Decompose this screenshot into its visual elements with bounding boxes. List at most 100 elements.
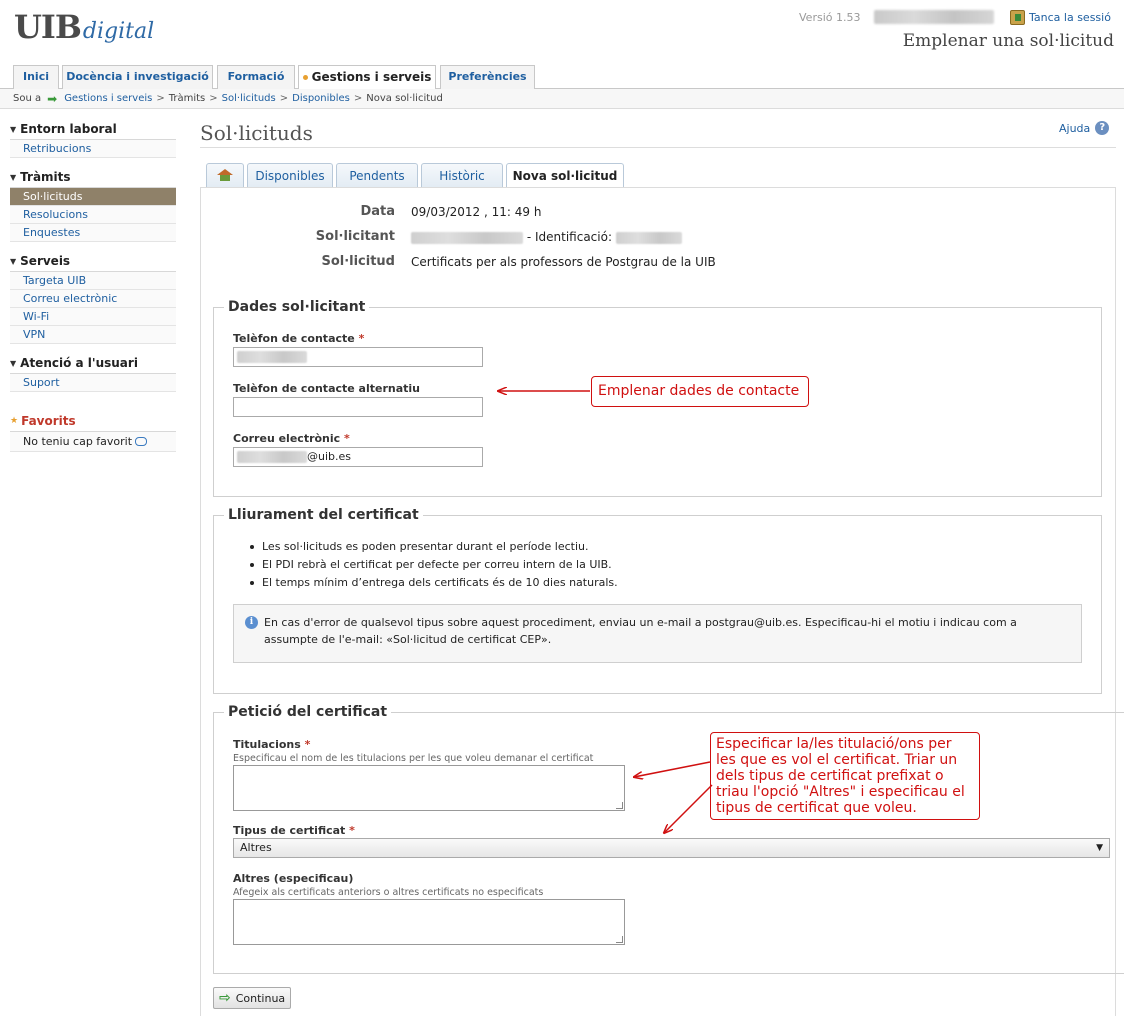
logo-main-text: UIB	[14, 8, 82, 46]
sidebar-group-tramits: ▼ Tràmits Sol·licituds Resolucions Enques…	[10, 168, 176, 242]
tab-gestions-label: Gestions i serveis	[311, 70, 432, 84]
sidebar-group-title[interactable]: ▼ Tràmits	[10, 168, 176, 188]
tel-input[interactable]	[233, 347, 483, 367]
uib-digital-logo[interactable]: UIB digital	[14, 8, 154, 46]
sidebar: ▼ Entorn laboral Retribucions ▼ Tràmits So…	[10, 120, 176, 462]
list-item: Les sol·licituds es poden presentar dura…	[248, 538, 618, 556]
info-notice: i En cas d'error de qualsevol tipus sobr…	[233, 604, 1082, 663]
sidebar-item-suport[interactable]: Suport	[10, 374, 176, 392]
tab-docencia[interactable]: Docència i investigació	[62, 65, 213, 89]
identificacio-label: - Identificació:	[526, 230, 612, 244]
triangle-down-icon: ▼	[10, 172, 17, 182]
breadcrumb-prefix: Sou a	[13, 93, 42, 104]
altres-textarea[interactable]	[233, 899, 625, 945]
logo-sub-text: digital	[82, 19, 155, 44]
fieldset-lliurament-legend: Lliurament del certificat	[228, 507, 419, 523]
resize-handle-icon[interactable]	[616, 802, 623, 809]
help-label: Ajuda	[1059, 121, 1091, 135]
tipus-label: Tipus de certificat *	[233, 824, 355, 837]
titulacions-textarea[interactable]	[233, 765, 625, 811]
sidebar-group-title[interactable]: ▼ Serveis	[10, 252, 176, 272]
tipus-select[interactable]: Altres ▼	[233, 838, 1110, 858]
list-item: El temps mínim d’entrega dels certificat…	[248, 574, 618, 592]
tel-alt-label: Telèfon de contacte alternatiu	[233, 382, 421, 395]
speech-bubble-icon[interactable]	[135, 437, 148, 446]
help-link[interactable]: Ajuda ?	[1059, 121, 1110, 135]
divider	[200, 147, 1116, 148]
sidebar-group-serveis: ▼ Serveis Targeta UIB Correu electrònic W…	[10, 252, 176, 344]
resize-handle-icon[interactable]	[616, 936, 623, 943]
info-data-label: Data	[360, 204, 395, 219]
fieldset-lliurament: Lliurament del certificat	[213, 507, 1102, 694]
fieldset-dades-legend: Dades sol·licitant	[228, 299, 366, 315]
sidebar-group-favorits: ★ Favorits No teniu cap favorit	[10, 412, 176, 452]
logout-link[interactable]: Tanca la sessió	[1010, 10, 1111, 25]
main-tabs: Inici Docència i investigació Formació G…	[0, 65, 1124, 90]
breadcrumb-tramits: Tràmits	[168, 93, 206, 104]
tel-label: Telèfon de contacte *	[233, 332, 365, 345]
breadcrumb-gestions[interactable]: Gestions i serveis	[64, 93, 152, 104]
home-icon	[217, 169, 233, 181]
sidebar-group-title[interactable]: ▼ Atenció a l'usuari	[10, 354, 176, 374]
triangle-down-icon: ▼	[10, 256, 17, 266]
info-icon: i	[245, 616, 258, 629]
info-data-value: 09/03/2012 , 11: 49 h	[411, 205, 542, 219]
list-item: El PDI rebrà el certificat per defecte p…	[248, 556, 618, 574]
help-icon: ?	[1095, 121, 1110, 135]
sidebar-item-retribucions[interactable]: Retribucions	[10, 140, 176, 158]
tab-disponibles[interactable]: Disponibles	[247, 163, 333, 187]
tel-alt-input[interactable]	[233, 397, 483, 417]
breadcrumb: Sou a ➡ Gestions i serveis > Tràmits > S…	[0, 89, 1124, 109]
sidebar-item-resolucions[interactable]: Resolucions	[10, 206, 176, 224]
email-user-redacted	[237, 451, 307, 463]
version-label: Versió 1.53	[799, 11, 861, 24]
notice-text: En cas d'error de qualsevol tipus sobre …	[264, 616, 1017, 646]
identificacio-redacted	[615, 231, 682, 244]
tab-gestions[interactable]: Gestions i serveis	[298, 65, 436, 90]
fieldset-peticio-legend: Petició del certificat	[228, 704, 388, 720]
tab-formacio[interactable]: Formació	[217, 65, 295, 89]
favorites-empty: No teniu cap favorit	[10, 432, 176, 452]
annotation-titulacions: Especificar la/les titulació/ons per les…	[710, 732, 980, 820]
sidebar-item-wifi[interactable]: Wi-Fi	[10, 308, 176, 326]
email-input[interactable]: @uib.es	[233, 447, 483, 467]
tel-value-redacted	[237, 351, 307, 363]
solicitant-name-redacted	[411, 231, 523, 244]
info-solicitant-label: Sol·licitant	[315, 229, 395, 244]
arrow-right-icon: ➡	[47, 91, 58, 106]
active-dot-icon	[302, 75, 308, 80]
info-solicitud-label: Sol·licitud	[321, 254, 395, 269]
continue-label: Continua	[235, 991, 286, 1005]
logout-icon	[1010, 10, 1025, 25]
titulacions-label: Titulacions *	[233, 738, 311, 751]
annotation-contact: Emplenar dades de contacte	[591, 376, 809, 407]
tab-home[interactable]	[206, 163, 244, 187]
sidebar-group-entorn: ▼ Entorn laboral Retribucions	[10, 120, 176, 158]
tab-preferencies[interactable]: Preferències	[440, 65, 535, 89]
sidebar-group-title[interactable]: ▼ Entorn laboral	[10, 120, 176, 140]
tab-pendents[interactable]: Pendents	[336, 163, 418, 187]
content-title: Sol·licituds	[200, 121, 313, 145]
lliurament-list: Les sol·licituds es poden presentar dura…	[248, 538, 618, 592]
altres-label: Altres (especificau)	[233, 872, 354, 885]
email-domain: @uib.es	[307, 450, 352, 463]
arrow-right-icon: ⇨	[219, 990, 231, 1006]
sidebar-item-targeta[interactable]: Targeta UIB	[10, 272, 176, 290]
sidebar-item-solicituds[interactable]: Sol·licituds	[10, 188, 176, 206]
continue-button[interactable]: ⇨ Continua	[213, 987, 291, 1009]
tab-nova-solicitud[interactable]: Nova sol·licitud	[506, 163, 624, 188]
tipus-selected-value: Altres	[240, 841, 272, 854]
sidebar-item-enquestes[interactable]: Enquestes	[10, 224, 176, 242]
star-icon: ★	[10, 416, 19, 426]
tab-inici[interactable]: Inici	[13, 65, 59, 89]
breadcrumb-disponibles[interactable]: Disponibles	[292, 93, 350, 104]
triangle-down-icon: ▼	[10, 358, 17, 368]
info-solicitud-value: Certificats per als professors de Postgr…	[411, 255, 716, 269]
info-solicitant-value: - Identificació:	[411, 230, 682, 244]
tab-historic[interactable]: Històric	[421, 163, 503, 187]
sidebar-item-vpn[interactable]: VPN	[10, 326, 176, 344]
sidebar-item-correu[interactable]: Correu electrònic	[10, 290, 176, 308]
breadcrumb-solicituds[interactable]: Sol·licituds	[222, 93, 276, 104]
favorites-title: ★ Favorits	[10, 412, 176, 432]
titulacions-help: Especificau el nom de les titulacions pe…	[233, 753, 594, 764]
